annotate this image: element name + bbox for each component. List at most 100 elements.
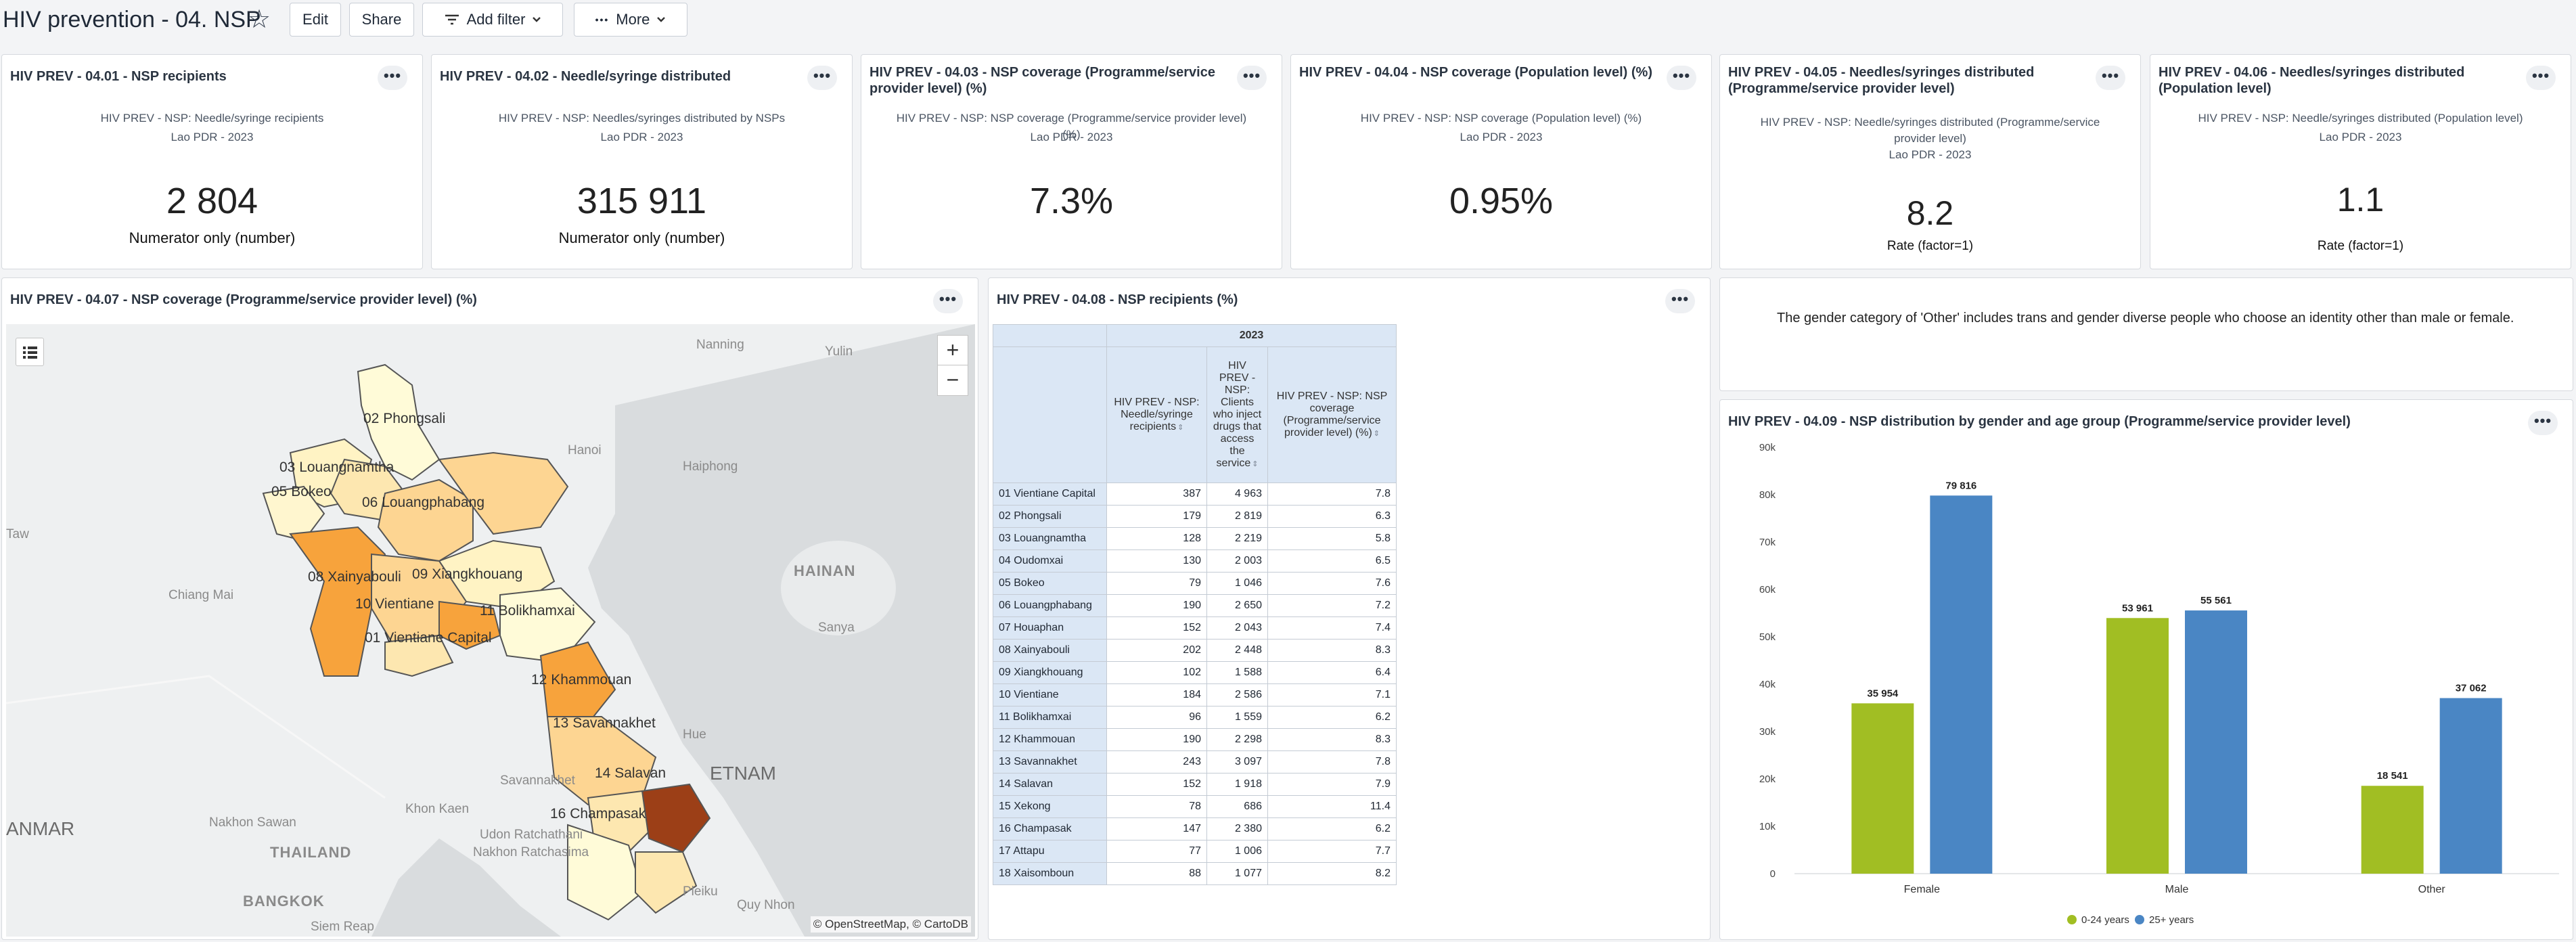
note-text: The gender category of 'Other' includes … <box>1777 311 2514 326</box>
bar-0-24-years <box>2361 786 2424 874</box>
table-row: 01 Vientiane Capital 387 4 963 7.8 <box>993 483 1397 506</box>
table-row: 15 Xekong 78 686 11.4 <box>993 795 1397 818</box>
kpi-period: Lao PDR - 2023 <box>1460 131 1543 143</box>
chevron-down-icon <box>533 17 541 22</box>
row-label: 18 Xaisomboun <box>993 862 1107 885</box>
table-cell: 102 <box>1106 661 1207 684</box>
province-xekong <box>641 783 711 853</box>
province-label: 16 Champasak <box>550 806 646 822</box>
zoom-out-button[interactable]: − <box>937 365 968 396</box>
table-cell: 6.2 <box>1267 817 1397 840</box>
edit-button[interactable]: Edit <box>290 3 341 37</box>
zoom-in-button[interactable]: + <box>937 335 968 366</box>
table-cell: 1 077 <box>1206 862 1268 885</box>
table-cell: 243 <box>1106 750 1207 773</box>
data-label: 35 954 <box>1867 688 1899 699</box>
table-cell: 6.2 <box>1267 706 1397 729</box>
share-button[interactable]: Share <box>349 3 414 37</box>
column-header[interactable]: HIV PREV - NSP: Clients who inject drugs… <box>1206 346 1268 483</box>
table-cell: 8.3 <box>1267 728 1397 751</box>
legend-marker <box>2135 915 2144 924</box>
table-row: 04 Oudomxai 130 2 003 6.5 <box>993 550 1397 573</box>
table-cell: 202 <box>1106 639 1207 662</box>
kpi-value: 7.3% <box>1029 181 1114 221</box>
table-cell: 2 650 <box>1206 594 1268 617</box>
kpi-panel: HIV PREV - 04.06 - Needles/syringes dist… <box>2150 54 2571 269</box>
y-tick-label: 40k <box>1759 679 1776 690</box>
kpi-value: 1.1 <box>2336 181 2385 219</box>
panel-menu-button[interactable]: ••• <box>1237 66 1267 90</box>
column-header[interactable]: HIV PREV - NSP: NSP coverage (Programme/… <box>1267 346 1397 483</box>
geo-label: Hanoi <box>568 443 602 457</box>
kpi-unit: Rate (factor=1) <box>2317 239 2404 253</box>
map-canvas[interactable]: Nanning Yulin Hanoi Haiphong Taw Chiang Mai HA… <box>6 324 975 937</box>
table-cell: 7.1 <box>1267 683 1397 706</box>
y-tick-label: 0 <box>1770 868 1776 880</box>
legend-toggle-button[interactable] <box>16 338 44 366</box>
pivot-table: 2023 HIV PREV - NSP: Needle/syringe reci… <box>993 324 1397 885</box>
province-label: 11 Bolikhamxai <box>480 603 575 619</box>
table-cell: 387 <box>1106 483 1207 506</box>
table-cell: 7.8 <box>1267 483 1397 506</box>
star-icon[interactable]: ☆ <box>248 4 271 35</box>
kpi-title: HIV PREV - 04.02 - Needle/syringe distri… <box>440 69 731 84</box>
table-cell: 77 <box>1106 840 1207 863</box>
sea-area <box>588 324 975 937</box>
corner-cell <box>993 324 1107 347</box>
panel-menu-button[interactable]: ••• <box>933 289 963 313</box>
sort-icon: ⇕ <box>1177 424 1184 432</box>
row-label: 16 Champasak <box>993 817 1107 840</box>
add-filter-label: Add filter <box>466 11 526 28</box>
table-cell: 2 819 <box>1206 505 1268 528</box>
table-cell: 7.4 <box>1267 616 1397 640</box>
bar-0-24-years <box>1851 703 1914 874</box>
kpi-subtitle: HIV PREV - NSP: Needle/syringes distribu… <box>2198 112 2523 125</box>
add-filter-button[interactable]: Add filter <box>422 3 563 37</box>
table-row: 16 Champasak 147 2 380 6.2 <box>993 817 1397 840</box>
province-label: 01 Vientiane Capital <box>365 630 492 646</box>
column-header-label: HIV PREV - NSP: Needle/syringe recipient… <box>1114 397 1200 432</box>
kpi-period: Lao PDR - 2023 <box>1030 131 1113 143</box>
row-label: 04 Oudomxai <box>993 550 1107 573</box>
column-header[interactable]: HIV PREV - NSP: Needle/syringe recipient… <box>1106 346 1207 483</box>
table-title: HIV PREV - 04.08 - NSP recipients (%) <box>997 292 1238 307</box>
geo-label: Chiang Mai <box>168 588 234 602</box>
filter-icon <box>445 14 459 25</box>
legend-label: 25+ years <box>2149 914 2194 926</box>
y-tick-label: 80k <box>1759 489 1776 501</box>
row-label: 11 Bolikhamxai <box>993 706 1107 729</box>
kpi-subtitle: HIV PREV - NSP: Needle/syringe recipient… <box>100 112 324 125</box>
table-cell: 11.4 <box>1267 795 1397 818</box>
panel-menu-button[interactable]: ••• <box>2096 66 2125 90</box>
table-cell: 190 <box>1106 728 1207 751</box>
table-cell: 7.9 <box>1267 773 1397 796</box>
map-attribution: © OpenStreetMap, © CartoDB <box>810 916 971 933</box>
province-label: 14 Salavan <box>595 765 666 781</box>
kpi-value: 8.2 <box>1906 194 1954 232</box>
panel-menu-button[interactable]: ••• <box>1665 289 1695 313</box>
panel-menu-button[interactable]: ••• <box>807 66 837 90</box>
geo-label: BANGKOK <box>243 893 325 910</box>
geo-label: Hue <box>683 727 706 742</box>
panel-menu-button[interactable]: ••• <box>2526 66 2556 90</box>
province-label: 12 Khammouan <box>531 672 632 688</box>
kpi-panel: HIV PREV - 04.04 - NSP coverage (Populat… <box>1290 54 1712 269</box>
row-label: 06 Louangphabang <box>993 594 1107 617</box>
table-cell: 2 448 <box>1206 639 1268 662</box>
panel-menu-button[interactable]: ••• <box>1667 66 1696 90</box>
table-row: 06 Louangphabang 190 2 650 7.2 <box>993 594 1397 617</box>
table-cell: 2 043 <box>1206 616 1268 640</box>
geo-label: Khon Kaen <box>405 802 470 816</box>
kpi-title: HIV PREV - 04.05 - Needles/syringes dist… <box>1728 65 2035 96</box>
panel-menu-button[interactable]: ••• <box>378 66 407 90</box>
dashboard-title: HIV prevention - 04. NSP <box>3 7 261 32</box>
geo-label: Udon Ratchathani <box>480 828 583 842</box>
more-label: More <box>616 11 650 28</box>
row-label: 03 Louangnamtha <box>993 527 1107 550</box>
more-button[interactable]: ••• More <box>574 3 687 37</box>
table-cell: 4 963 <box>1206 483 1268 506</box>
province-label: 06 Louangphabang <box>362 495 485 510</box>
row-label: 07 Houaphan <box>993 616 1107 640</box>
table-cell: 2 586 <box>1206 683 1268 706</box>
kpi-period: Lao PDR - 2023 <box>2319 131 2402 143</box>
